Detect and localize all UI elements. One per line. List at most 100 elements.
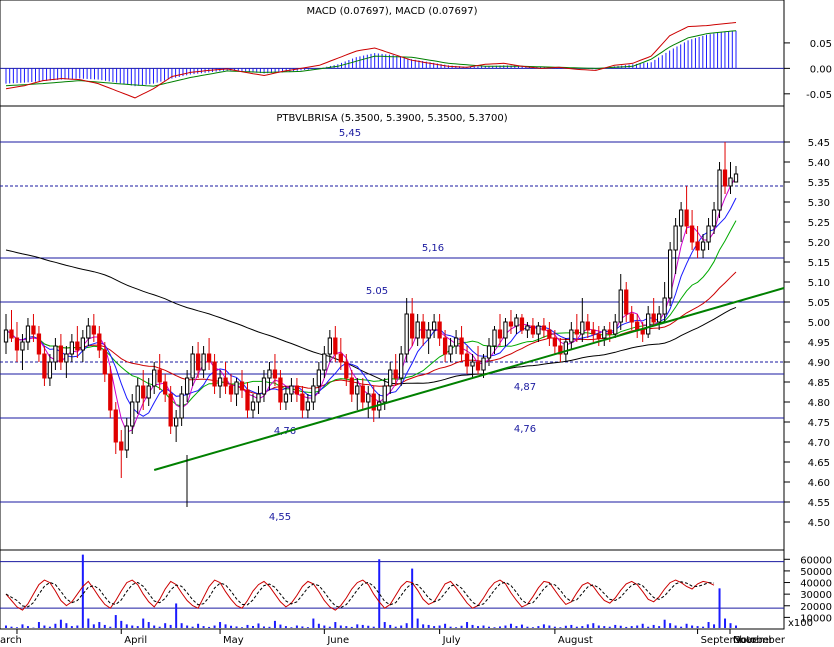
candle-body (673, 225, 678, 251)
candle (585, 314, 590, 338)
candle-body (184, 377, 190, 395)
price-tick-label: 5.10 (808, 278, 830, 289)
candle (635, 314, 640, 338)
candle-body (733, 173, 739, 183)
candle-body (20, 341, 25, 351)
candle-body (399, 353, 404, 379)
candle-body (349, 377, 354, 395)
candle-body (486, 345, 492, 359)
candle-body (80, 337, 85, 351)
price-level-label: 4,87 (514, 382, 536, 393)
candle (388, 362, 393, 394)
candle-body (629, 313, 634, 323)
candle-body (580, 321, 585, 335)
candle (602, 326, 607, 346)
price-tick-label: 4.50 (808, 518, 830, 529)
candle (250, 394, 256, 418)
candle-body (283, 393, 289, 403)
price-tick-label: 5.15 (808, 258, 830, 269)
candle-body (442, 337, 448, 355)
candle-body (135, 385, 140, 403)
candle (25, 318, 31, 350)
candle (431, 314, 437, 338)
candle (426, 322, 431, 354)
volume-tick-label: 60000 (800, 555, 832, 566)
candle-body (201, 353, 206, 371)
candle-body (541, 325, 547, 331)
candle-body (344, 361, 349, 379)
stochastic-d-line (5, 581, 715, 609)
candle-body (651, 313, 656, 323)
candle-body (657, 313, 662, 323)
candle-body (410, 313, 415, 339)
candle-body (552, 337, 558, 347)
candle (53, 338, 58, 370)
candle (124, 418, 129, 458)
candle (36, 326, 42, 362)
candle (278, 370, 283, 410)
candle-body (333, 337, 338, 355)
candle (629, 306, 634, 330)
candle (733, 166, 739, 183)
candle-body (706, 225, 711, 243)
price-y-axis: 5.45 5.40 5.35 5.30 5.25 5.20 5.15 5.10 5.05 5.00… (784, 138, 830, 529)
price-level-label: 4,76 (514, 424, 536, 435)
candle (201, 346, 206, 378)
volume-tick-label: 50000 (800, 567, 832, 578)
candle-body (591, 329, 596, 335)
candle (9, 310, 14, 342)
candle (646, 306, 651, 338)
candle-body (212, 361, 217, 387)
price-tick-label: 4.55 (808, 498, 830, 509)
stochastic-k-line (5, 579, 715, 611)
candle-body (470, 361, 475, 367)
candle-body (47, 361, 53, 379)
candle (338, 338, 343, 370)
candle (580, 298, 585, 342)
candle (311, 378, 316, 410)
candle-body (327, 337, 332, 355)
candle (80, 330, 85, 362)
candle-body (31, 325, 36, 335)
price-tick-label: 4.95 (808, 338, 830, 349)
candle-body (278, 377, 283, 403)
candle (448, 338, 453, 362)
candle-body (728, 177, 733, 187)
price-horizontal-levels: 5,455,165.054,874,764,764,55 (0, 128, 784, 523)
candle-body (536, 325, 541, 335)
candle (256, 386, 261, 414)
candle-body (503, 321, 508, 339)
candle (234, 378, 239, 406)
candle (399, 346, 404, 386)
candle-body (722, 169, 728, 187)
price-tick-label: 5.35 (808, 178, 830, 189)
candle-body (69, 341, 75, 355)
time-tick-label: November (733, 635, 786, 646)
candle-body (525, 325, 530, 331)
macd-panel-title: MACD (0.07697), MACD (0.07697) (307, 6, 478, 17)
price-panel-title: PTBVLBRISA (5.3500, 5.3900, 5.3500, 5.37… (276, 113, 507, 124)
candle-body (261, 377, 267, 395)
price-tick-label: 5.05 (808, 298, 830, 309)
candle-body (635, 321, 640, 331)
chart-canvas: MACD (0.07697), MACD (0.07697) 0.05 0.00 -… (0, 0, 832, 646)
candle (228, 374, 234, 402)
price-panel: PTBVLBRISA (5.3500, 5.3900, 5.3500, 5.37… (0, 105, 830, 551)
candle (437, 314, 442, 346)
price-tick-label: 4.85 (808, 378, 830, 389)
candle-body (684, 209, 689, 227)
volume-panel: 600005000040000300002000010000 x100 (0, 549, 832, 630)
time-tick-label: July (442, 635, 461, 646)
candle-body (108, 373, 113, 411)
candle (514, 314, 519, 334)
candle (657, 306, 662, 330)
candle (684, 186, 689, 234)
candle (382, 378, 387, 410)
candle (569, 322, 574, 350)
candle-body (294, 385, 300, 395)
time-tick-label: May (223, 635, 244, 646)
candle-body (9, 329, 14, 339)
candle-body (42, 353, 47, 379)
candle (410, 298, 415, 346)
candle-body (607, 329, 612, 335)
